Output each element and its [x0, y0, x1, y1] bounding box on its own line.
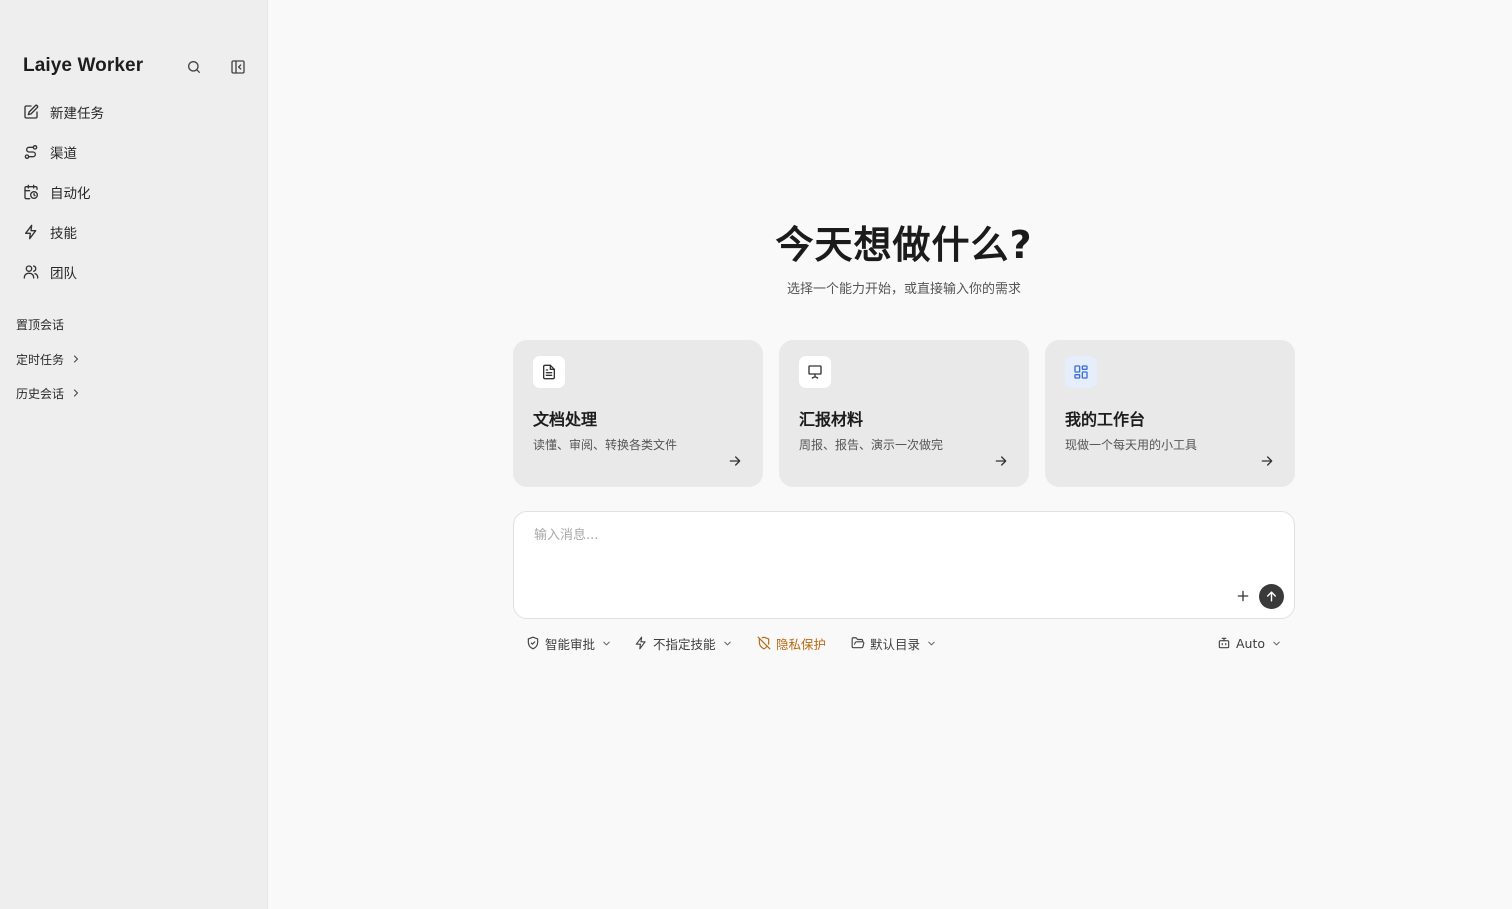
- message-input[interactable]: [534, 524, 1234, 546]
- sidebar-item-label: 自动化: [50, 186, 91, 202]
- sidebar: Laiye Worker 新建任务 渠道 自动化 技能 团队 置顶会话 定时任务…: [0, 0, 268, 909]
- smart-approval-dropdown[interactable]: 智能审批: [526, 633, 612, 653]
- arrow-right-icon: [1261, 456, 1273, 466]
- search-button[interactable]: [181, 54, 207, 80]
- arrow-up-icon: [1267, 591, 1276, 602]
- sidebar-item-skills[interactable]: 技能: [14, 212, 254, 252]
- lightning-icon: [635, 636, 646, 650]
- route-icon: [23, 144, 39, 160]
- privacy-protection-toggle[interactable]: 隐私保护: [757, 633, 826, 653]
- chevron-down-icon: [928, 641, 935, 645]
- edit-icon: [23, 104, 39, 120]
- dashboard-grid-icon: [1065, 356, 1097, 388]
- directory-selector-dropdown[interactable]: 默认目录: [851, 633, 937, 653]
- sidebar-item-label: 技能: [50, 226, 77, 242]
- card-title: 文档处理: [533, 410, 598, 429]
- section-label: 定时任务: [16, 352, 65, 367]
- sidebar-item-new-task[interactable]: 新建任务: [14, 92, 254, 132]
- chevron-down-icon: [723, 641, 731, 645]
- chevron-right-icon: [73, 355, 79, 363]
- calendar-clock-icon: [23, 184, 39, 200]
- card-description: 周报、报告、演示一次做完: [799, 438, 944, 452]
- section-label: 历史会话: [16, 386, 65, 401]
- card-description: 读懂、审阅、转换各类文件: [533, 438, 678, 452]
- users-icon: [23, 264, 39, 280]
- arrow-right-icon: [729, 456, 741, 466]
- document-icon: [533, 356, 565, 388]
- sidebar-item-channels[interactable]: 渠道: [14, 132, 254, 172]
- card-my-workbench[interactable]: 我的工作台 现做一个每天用的小工具: [1045, 340, 1295, 487]
- message-composer: [513, 511, 1295, 619]
- sidebar-item-label: 渠道: [50, 146, 77, 162]
- collapse-sidebar-button[interactable]: [225, 54, 251, 80]
- main-content: 今天想做什么? 选择一个能力开始，或直接输入你的需求 文档处理 读懂、审阅、转换…: [269, 0, 1512, 909]
- shield-check-icon: [527, 636, 539, 650]
- section-label: 置顶会话: [16, 317, 65, 332]
- add-attachment-button[interactable]: [1233, 586, 1253, 606]
- history-conversations-header[interactable]: 历史会话: [16, 384, 82, 402]
- presentation-icon: [799, 356, 831, 388]
- shield-off-icon: [757, 636, 771, 650]
- page-title: 今天想做什么?: [775, 223, 1033, 267]
- privacy-protection-label: 隐私保护: [776, 636, 827, 652]
- folder-open-icon: [851, 637, 865, 649]
- card-document-processing[interactable]: 文档处理 读懂、审阅、转换各类文件: [513, 340, 763, 487]
- lightning-icon: [23, 224, 39, 240]
- sidebar-item-team[interactable]: 团队: [14, 252, 254, 292]
- chevron-down-icon: [603, 641, 610, 645]
- page-subtitle: 选择一个能力开始，或直接输入你的需求: [786, 282, 1021, 297]
- bot-icon: [1218, 637, 1230, 649]
- pinned-conversations-header[interactable]: 置顶会话: [16, 315, 64, 333]
- sidebar-collapse-icon: [231, 60, 245, 74]
- scheduled-tasks-header[interactable]: 定时任务: [16, 350, 82, 368]
- smart-approval-label: 智能审批: [545, 636, 596, 652]
- sidebar-item-automation[interactable]: 自动化: [14, 172, 254, 212]
- directory-selector-label: 默认目录: [870, 636, 921, 652]
- skill-selector-label: 不指定技能: [653, 636, 716, 652]
- plus-icon: [1237, 590, 1249, 602]
- card-title: 汇报材料: [799, 410, 864, 429]
- arrow-right-icon: [995, 456, 1007, 466]
- card-description: 现做一个每天用的小工具: [1065, 438, 1198, 452]
- sidebar-header: Laiye Worker: [23, 54, 253, 82]
- app-title: Laiye Worker: [23, 55, 144, 76]
- model-selector-label: Auto: [1236, 635, 1266, 651]
- card-title: 我的工作台: [1065, 410, 1146, 429]
- chevron-right-icon: [73, 389, 79, 397]
- model-selector-dropdown[interactable]: Auto: [1217, 633, 1282, 653]
- card-report-materials[interactable]: 汇报材料 周报、报告、演示一次做完: [779, 340, 1029, 487]
- sidebar-nav: 新建任务 渠道 自动化 技能 团队: [14, 92, 254, 292]
- sidebar-item-label: 团队: [50, 266, 77, 282]
- send-button[interactable]: [1259, 584, 1284, 609]
- search-icon: [188, 60, 200, 73]
- sidebar-item-label: 新建任务: [50, 106, 104, 122]
- chevron-down-icon: [1273, 641, 1280, 645]
- skill-selector-dropdown[interactable]: 不指定技能: [634, 633, 733, 653]
